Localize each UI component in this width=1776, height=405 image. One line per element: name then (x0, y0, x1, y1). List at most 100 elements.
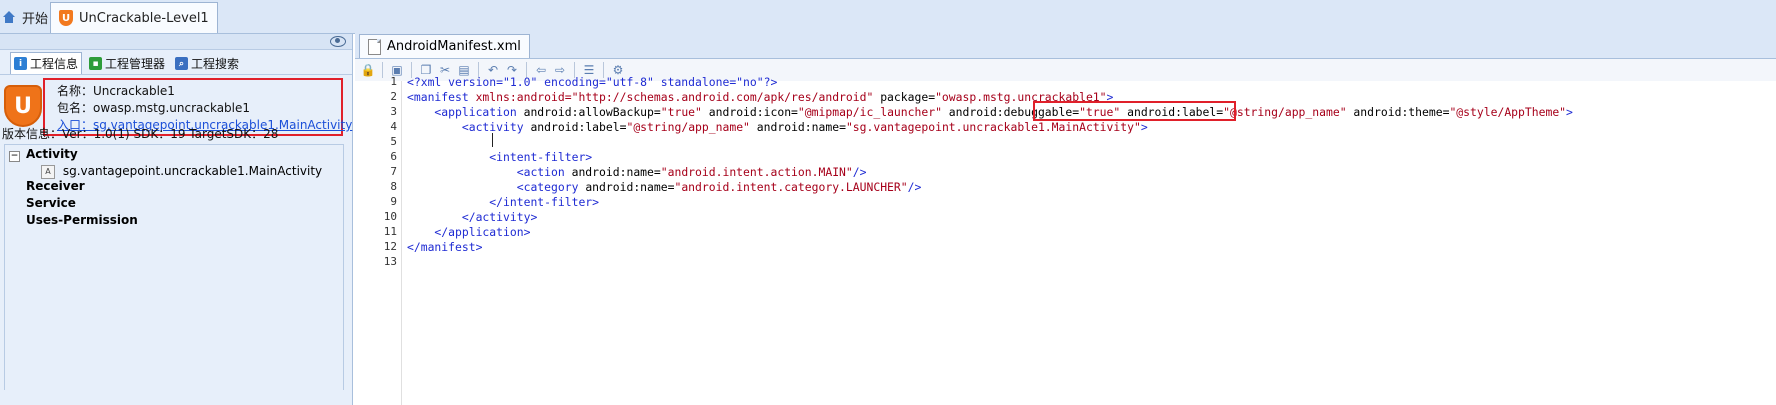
line-number: 8 (390, 180, 397, 193)
code-token: "@style/AppTheme" (1449, 105, 1567, 119)
tree-node-receiver[interactable]: Receiver (26, 179, 85, 193)
code-token: <application (407, 105, 524, 119)
tab-android-manifest-label: AndroidManifest.xml (387, 39, 521, 54)
code-line-2: <manifest xmlns:android="http://schemas.… (407, 90, 1113, 104)
search-icon: ⌕ (175, 57, 189, 70)
code-token: "sg.vantagepoint.uncrackable1.MainActivi… (845, 120, 1141, 134)
eye-icon[interactable] (330, 36, 346, 47)
shield-icon: U (59, 10, 73, 26)
toolbar-separator (382, 62, 383, 78)
lock-icon[interactable]: 🔒 (361, 63, 376, 77)
code-token: /> (852, 165, 867, 179)
code-editor[interactable]: 1 2 3 4 5 6 7 8 9 10 11 12 13 <?xml vers… (355, 75, 1776, 405)
tab-project-manager-label: 工程管理器 (105, 57, 166, 71)
code-token: </intent-filter> (407, 195, 600, 209)
code-token: </application> (407, 225, 531, 239)
code-token: "android.intent.action.MAIN" (660, 165, 853, 179)
tab-home-label: 开始 (22, 11, 49, 27)
app-logo-icon: U (4, 85, 42, 127)
code-token: <category (407, 180, 586, 194)
version-info: 版本信息：Ver：1.0(1) SDK：19 TargetSDK：28 (2, 127, 279, 141)
line-number: 5 (390, 135, 397, 148)
text-cursor-icon (490, 133, 496, 147)
code-token: package= (873, 90, 936, 104)
tab-project-search[interactable]: ⌕ 工程搜索 (172, 53, 242, 74)
code-token: "true" (660, 105, 702, 119)
code-token: <intent-filter> (407, 150, 593, 164)
package-name: 包名：owasp.mstg.uncrackable1 (57, 101, 251, 115)
line-number: 10 (383, 210, 397, 223)
line-number: 3 (390, 105, 397, 118)
code-line-4: <activity android:label="@string/app_nam… (407, 120, 1148, 134)
panel-tabs: i 工程信息 ▪ 工程管理器 ⌕ 工程搜索 (0, 50, 352, 75)
code-token: /> (907, 180, 922, 194)
tab-android-manifest[interactable]: AndroidManifest.xml (359, 34, 530, 58)
component-tree: − Activity A sg.vantagepoint.uncrackable… (4, 144, 344, 390)
tree-item-main-activity-label: sg.vantagepoint.uncrackable1.MainActivit… (62, 164, 323, 178)
code-line-9: </intent-filter> (407, 195, 599, 209)
code-line-3: <application android:allowBackup="true" … (407, 105, 1573, 119)
tab-project-info-label: 工程信息 (30, 57, 79, 71)
code-token: > (1566, 105, 1573, 119)
code-token: android:theme= (1346, 105, 1450, 119)
code-token: <activity (407, 120, 531, 134)
code-token: android:name= (585, 180, 675, 194)
tab-project-search-label: 工程搜索 (191, 57, 240, 71)
code-token: android:icon= (701, 105, 798, 119)
code-line-12: </manifest> (407, 240, 482, 254)
tab-project[interactable]: U UnCrackable-Level1 (50, 2, 218, 33)
panel-header (0, 34, 352, 50)
code-token: <?xml version="1.0" encoding="utf-8" sta… (407, 75, 778, 89)
tab-project-manager[interactable]: ▪ 工程管理器 (86, 53, 168, 74)
code-line-7: <action android:name="android.intent.act… (407, 165, 867, 179)
code-token: "android.intent.category.LAUNCHER" (674, 180, 908, 194)
tree-item-main-activity[interactable]: A sg.vantagepoint.uncrackable1.MainActiv… (41, 164, 322, 179)
code-token: <manifest (407, 90, 476, 104)
code-token: "@mipmap/ic_launcher" (797, 105, 942, 119)
code-token: </manifest> (407, 240, 483, 254)
code-line-6: <intent-filter> (407, 150, 592, 164)
code-line-8: <category android:name="android.intent.c… (407, 180, 922, 194)
activity-icon: A (41, 164, 55, 179)
code-token: "http://schemas.android.com/apk/res/andr… (571, 90, 874, 104)
document-icon (368, 38, 381, 55)
line-number: 7 (390, 165, 397, 178)
info-icon: i (14, 57, 27, 70)
code-token: > (1140, 120, 1148, 134)
line-number: 12 (383, 240, 397, 253)
home-icon (2, 11, 16, 23)
tree-node-service[interactable]: Service (26, 196, 76, 210)
project-panel: i 工程信息 ▪ 工程管理器 ⌕ 工程搜索 U 名称：Uncrackable1 … (0, 34, 353, 405)
collapse-icon[interactable]: − (9, 151, 20, 162)
line-number: 13 (383, 255, 397, 268)
tree-node-activity-label: Activity (26, 147, 78, 161)
tree-node-activity[interactable]: − Activity (5, 147, 78, 162)
code-token: android:name= (571, 165, 661, 179)
line-number: 6 (390, 150, 397, 163)
code-token: xmlns:android= (475, 90, 572, 104)
code-line-11: </application> (407, 225, 530, 239)
line-number: 4 (390, 120, 397, 133)
code-line-1: <?xml version="1.0" encoding="utf-8" sta… (407, 75, 777, 89)
line-number-gutter: 1 2 3 4 5 6 7 8 9 10 11 12 13 (355, 75, 402, 405)
line-number: 9 (390, 195, 397, 208)
tab-project-label: UnCrackable-Level1 (79, 10, 209, 26)
code-token: android:label= (530, 120, 627, 134)
tab-project-info[interactable]: i 工程信息 (10, 52, 83, 74)
code-token: android:allowBackup= (523, 105, 661, 119)
tree-node-uses-permission[interactable]: Uses-Permission (26, 213, 138, 227)
code-token: <action (407, 165, 572, 179)
line-number: 11 (383, 225, 397, 238)
code-token: "@string/app_name" (626, 120, 750, 134)
debuggable-highlight-box (1033, 101, 1236, 121)
app-name: 名称：Uncrackable1 (57, 84, 175, 98)
line-number: 1 (390, 75, 397, 88)
code-line-10: </activity> (407, 210, 537, 224)
code-token: android:name= (749, 120, 846, 134)
tab-home[interactable]: 开始 (0, 2, 56, 32)
manager-icon: ▪ (89, 57, 103, 70)
code-token: "@string/app_name" (1223, 105, 1347, 119)
editor-tab-bar: AndroidManifest.xml (355, 33, 1776, 59)
code-token: </activity> (407, 210, 538, 224)
line-number: 2 (390, 90, 397, 103)
